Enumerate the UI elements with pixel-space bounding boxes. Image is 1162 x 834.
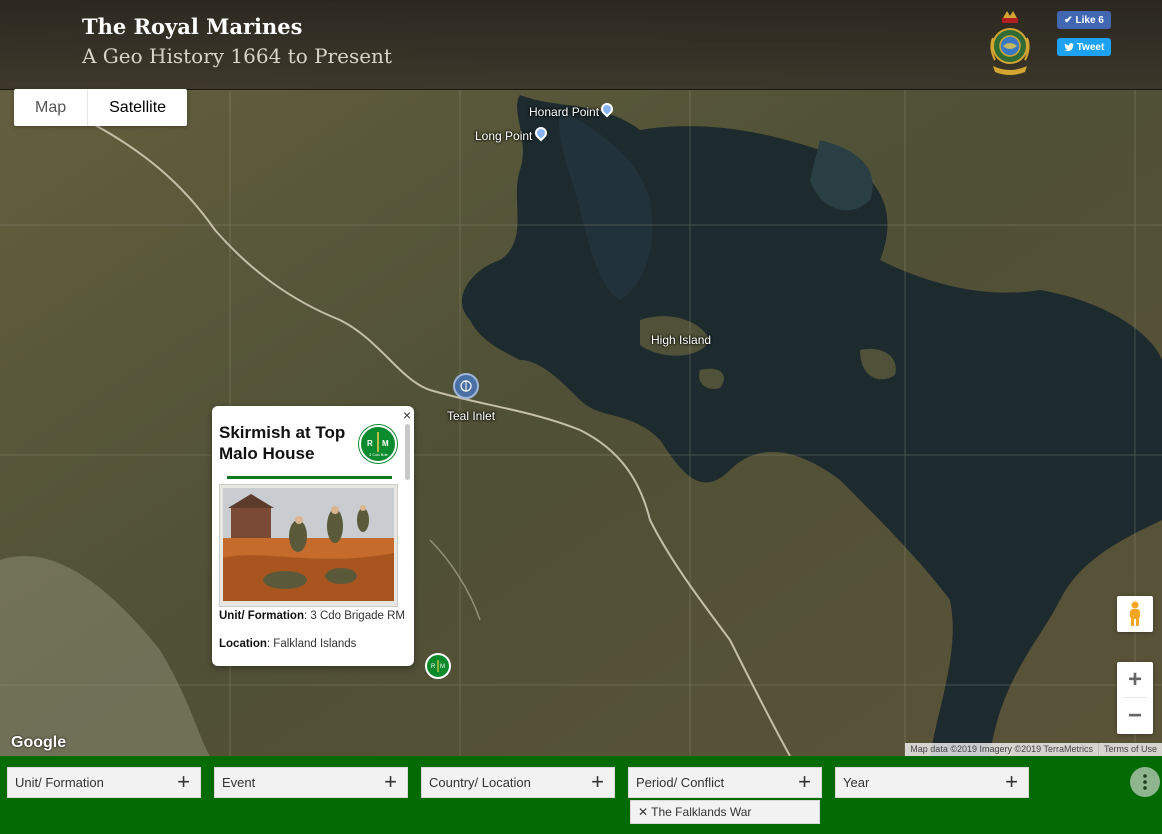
info-divider (227, 476, 392, 479)
tweet-button[interactable]: Tweet (1057, 38, 1111, 56)
zoom-in-button[interactable]: + (1117, 662, 1153, 698)
map-attribution: Map data ©2019 Imagery ©2019 TerraMetric… (905, 743, 1162, 756)
rm-crest-icon: R M (431, 660, 445, 672)
filter-label: Period/ Conflict (636, 775, 725, 790)
royal-marines-crest-icon (985, 8, 1035, 80)
location-value: : Falkland Islands (266, 638, 357, 650)
street-view-pegman-icon[interactable] (1117, 596, 1153, 632)
event-filter[interactable]: Event + (214, 767, 408, 798)
unit-badge-icon: R M 3 Cdo Bde (359, 425, 397, 463)
unit-formation-filter[interactable]: Unit/ Formation + (7, 767, 201, 798)
plus-icon[interactable]: + (1005, 769, 1018, 795)
attribution-text: Map data ©2019 Imagery ©2019 TerraMetric… (910, 744, 1093, 754)
info-window-title: Skirmish at Top Malo House (219, 423, 346, 463)
google-logo: Google (11, 734, 67, 751)
svg-text:R: R (431, 664, 436, 670)
event-info-window[interactable]: × Skirmish at Top Malo House R M 3 Cdo B… (212, 406, 414, 666)
marker-icon (460, 380, 472, 392)
check-icon: ✔ (1064, 14, 1073, 26)
filter-label: Year (843, 775, 870, 790)
year-filter[interactable]: Year + (835, 767, 1029, 798)
place-honard-point[interactable]: Honard Point (529, 105, 599, 119)
zoom-control: + − (1117, 662, 1153, 734)
map-view-button[interactable]: Map (14, 89, 89, 126)
place-high-island: High Island (651, 333, 712, 347)
tweet-label: Tweet (1076, 41, 1105, 53)
place-teal-inlet: Teal Inlet (447, 409, 496, 423)
plus-icon[interactable]: + (591, 769, 604, 795)
terms-of-use-link[interactable]: Terms of Use (1097, 743, 1162, 756)
svg-text:M: M (440, 664, 445, 670)
info-location-row: Location: Falkland Islands (219, 638, 356, 650)
rm-event-marker[interactable]: R M (425, 653, 451, 679)
satellite-view-button[interactable]: Satellite (88, 89, 187, 126)
svg-text:R: R (367, 439, 373, 448)
location-label: Location (219, 638, 267, 650)
site-title: The Royal Marines (82, 14, 303, 39)
filter-label: Unit/ Formation (15, 775, 104, 790)
svg-text:3 Cdo Bde: 3 Cdo Bde (369, 452, 389, 457)
unit-value: : 3 Cdo Brigade RM (303, 610, 405, 622)
more-options-icon[interactable] (1130, 767, 1160, 797)
site-header: The Royal Marines A Geo History 1664 to … (0, 0, 1162, 90)
site-subtitle: A Geo History 1664 to Present (82, 44, 392, 68)
svg-text:M: M (382, 439, 389, 448)
period-conflict-filter[interactable]: Period/ Conflict + (628, 767, 822, 798)
filter-bar: Unit/ Formation + Event + Country/ Locat… (0, 756, 1162, 834)
teal-inlet-marker[interactable] (453, 373, 479, 399)
country-location-filter[interactable]: Country/ Location + (421, 767, 615, 798)
unit-label: Unit/ Formation (219, 610, 304, 622)
place-long-point[interactable]: Long Point (475, 129, 532, 143)
close-icon[interactable]: × (403, 407, 411, 423)
twitter-bird-icon (1063, 43, 1074, 51)
filter-label: Event (222, 775, 256, 790)
filter-label: Country/ Location (429, 775, 531, 790)
battle-painting-image (219, 484, 398, 607)
plus-icon[interactable]: + (798, 769, 811, 795)
info-scrollbar[interactable] (405, 424, 410, 480)
plus-icon[interactable]: + (384, 769, 397, 795)
active-filter-chip[interactable]: ✕ The Falklands War (630, 800, 820, 824)
info-unit-row: Unit/ Formation: 3 Cdo Brigade RM (219, 610, 405, 622)
plus-icon[interactable]: + (177, 769, 190, 795)
facebook-like-button[interactable]: ✔ Like 6 (1057, 11, 1111, 29)
zoom-out-button[interactable]: − (1117, 698, 1153, 734)
like-label: Like 6 (1075, 14, 1104, 26)
map-type-control: Map Satellite (14, 89, 188, 126)
